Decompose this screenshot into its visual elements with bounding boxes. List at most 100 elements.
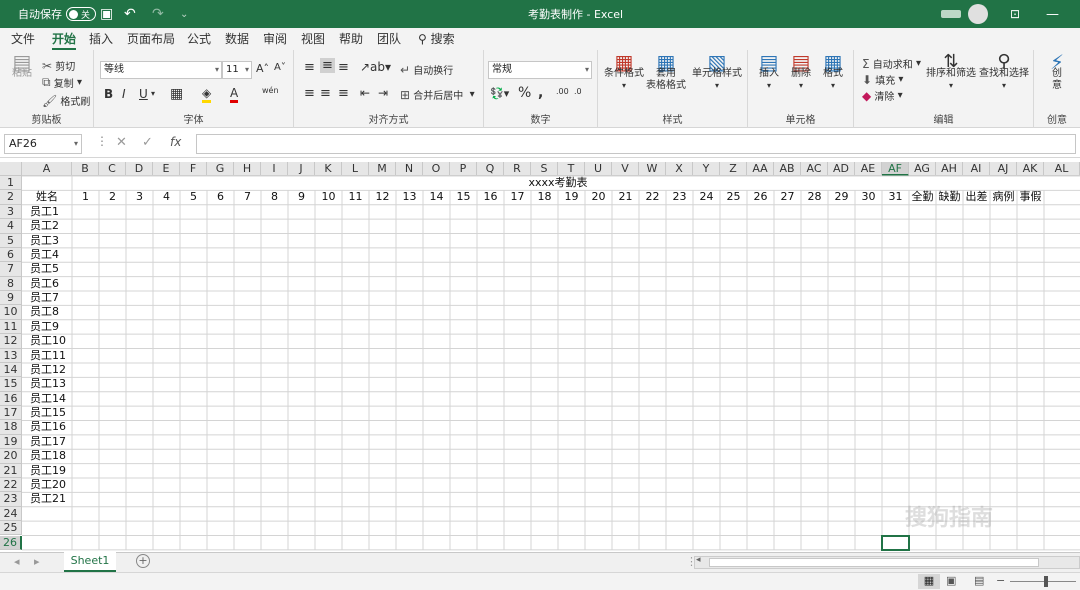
row-header[interactable]: 26	[0, 535, 22, 550]
day-header-cell[interactable]: 21	[612, 190, 639, 204]
employee-name-cell[interactable]: 员工5	[22, 262, 72, 276]
phonetic-icon[interactable]: wén	[262, 86, 279, 95]
summary-header-cell[interactable]: 全勤	[909, 190, 936, 204]
row-header[interactable]: 2	[0, 190, 22, 205]
align-center-icon[interactable]: ≡	[320, 86, 331, 101]
day-header-cell[interactable]: 3	[126, 190, 153, 204]
day-header-cell[interactable]: 4	[153, 190, 180, 204]
tab-data[interactable]: 数据	[225, 28, 249, 50]
row-header[interactable]: 6	[0, 247, 22, 263]
row-header[interactable]: 1	[0, 176, 22, 191]
row-header[interactable]: 14	[0, 362, 22, 378]
day-header-cell[interactable]: 13	[396, 190, 423, 204]
add-sheet-icon[interactable]: +	[136, 554, 150, 568]
page-break-view-icon[interactable]: ▤	[974, 574, 984, 587]
employee-name-cell[interactable]: 员工14	[22, 392, 72, 406]
formula-input[interactable]	[196, 134, 1076, 154]
employee-name-cell[interactable]: 员工19	[22, 464, 72, 478]
column-header[interactable]: L	[342, 162, 369, 176]
row-header[interactable]: 4	[0, 219, 22, 234]
column-header[interactable]: C	[99, 162, 126, 176]
autosum-button[interactable]: Σ 自动求和 ▾	[862, 56, 921, 72]
name-header-cell[interactable]: 姓名	[22, 190, 72, 204]
italic-button[interactable]: I	[122, 87, 126, 101]
name-box[interactable]: AF26 ▾	[4, 134, 82, 154]
row-header[interactable]: 17	[0, 406, 22, 421]
fill-button[interactable]: ⬇ 填充 ▾	[862, 72, 903, 88]
tab-page-layout[interactable]: 页面布局	[127, 28, 175, 50]
column-header[interactable]: O	[423, 162, 450, 176]
employee-name-cell[interactable]: 员工3	[22, 234, 72, 248]
day-header-cell[interactable]: 16	[477, 190, 504, 204]
day-header-cell[interactable]: 17	[504, 190, 531, 204]
row-header[interactable]: 20	[0, 449, 22, 464]
row-header[interactable]: 23	[0, 492, 22, 507]
column-header[interactable]: I	[261, 162, 288, 176]
align-middle-icon[interactable]: ≡	[320, 58, 335, 73]
cut-button[interactable]: ✂ 剪切	[42, 58, 75, 74]
zoom-slider[interactable]	[1010, 581, 1076, 582]
font-color-icon[interactable]: A	[230, 86, 239, 103]
page-layout-view-icon[interactable]: ▣	[946, 574, 956, 587]
align-right-icon[interactable]: ≡	[338, 86, 349, 101]
align-left-icon[interactable]: ≡	[304, 86, 315, 101]
redo-icon[interactable]: ↷	[152, 0, 164, 28]
column-header[interactable]: K	[315, 162, 342, 176]
row-header[interactable]: 16	[0, 391, 22, 407]
autosave-toggle[interactable]: 关	[66, 7, 97, 21]
column-header[interactable]: A	[22, 162, 72, 176]
percent-icon[interactable]: %	[518, 85, 531, 101]
row-header[interactable]: 10	[0, 305, 22, 320]
employee-name-cell[interactable]: 员工1	[22, 205, 72, 219]
align-top-icon[interactable]: ≡	[304, 60, 315, 75]
employee-name-cell[interactable]: 员工2	[22, 219, 72, 233]
tab-team[interactable]: 团队	[377, 28, 401, 50]
column-header[interactable]: AA	[747, 162, 774, 176]
employee-name-cell[interactable]: 员工6	[22, 277, 72, 291]
day-header-cell[interactable]: 11	[342, 190, 369, 204]
increase-indent-icon[interactable]: ⇥	[378, 86, 388, 100]
undo-icon[interactable]: ↶	[124, 0, 136, 28]
font-name-select[interactable]: 等线 ▾	[100, 61, 222, 79]
find-select-button[interactable]: ⚲ 查找和选择 ▾	[978, 53, 1030, 92]
delete-cells-button[interactable]: ▤ 删除 ▾	[786, 52, 816, 92]
horizontal-scrollbar[interactable]: ◂	[694, 555, 1080, 569]
column-header[interactable]: AC	[801, 162, 828, 176]
employee-name-cell[interactable]: 员工11	[22, 349, 72, 363]
bold-button[interactable]: B	[104, 87, 113, 101]
day-header-cell[interactable]: 8	[261, 190, 288, 204]
employee-name-cell[interactable]: 员工4	[22, 248, 72, 262]
tab-file[interactable]: 文件	[11, 28, 35, 50]
column-header[interactable]: M	[369, 162, 396, 176]
next-sheet-icon[interactable]: ▸	[34, 555, 40, 568]
tab-home[interactable]: 开始	[52, 28, 77, 50]
day-header-cell[interactable]: 19	[558, 190, 585, 204]
employee-name-cell[interactable]: 员工8	[22, 305, 72, 319]
day-header-cell[interactable]: 29	[828, 190, 855, 204]
column-header[interactable]: Y	[693, 162, 720, 176]
day-header-cell[interactable]: 31	[882, 190, 909, 204]
day-header-cell[interactable]: 27	[774, 190, 801, 204]
employee-name-cell[interactable]: 员工13	[22, 377, 72, 391]
row-header[interactable]: 18	[0, 420, 22, 435]
column-header[interactable]: Q	[477, 162, 504, 176]
employee-name-cell[interactable]: 员工20	[22, 478, 72, 492]
sheet-tab[interactable]: Sheet1	[64, 552, 116, 572]
cancel-icon[interactable]: ✕	[116, 135, 127, 150]
increase-decimal-icon[interactable]: .00	[556, 87, 569, 96]
column-header[interactable]: F	[180, 162, 207, 176]
day-header-cell[interactable]: 18	[531, 190, 558, 204]
currency-icon[interactable]: 💱▾	[490, 87, 509, 100]
column-header[interactable]: R	[504, 162, 531, 176]
row-header[interactable]: 21	[0, 463, 22, 478]
day-header-cell[interactable]: 9	[288, 190, 315, 204]
underline-button[interactable]: U	[139, 87, 148, 101]
column-header[interactable]: AB	[774, 162, 801, 176]
column-header[interactable]: T	[558, 162, 585, 176]
save-icon[interactable]: ▣	[100, 0, 113, 28]
tab-formulas[interactable]: 公式	[187, 28, 211, 50]
column-header[interactable]: AG	[909, 162, 936, 176]
fill-color-icon[interactable]: ◈	[202, 86, 212, 103]
column-header[interactable]: D	[126, 162, 153, 176]
select-all-corner[interactable]	[0, 162, 22, 176]
